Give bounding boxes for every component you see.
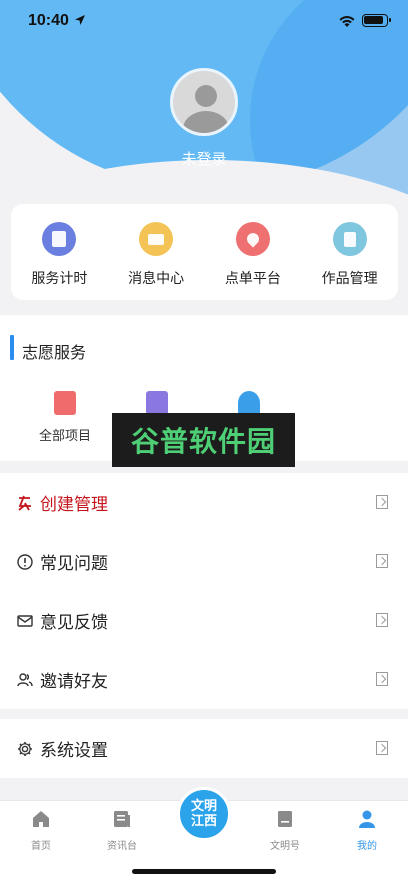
location-pin-icon [235, 222, 270, 256]
works-icon [332, 222, 367, 256]
menu-list: 创建管理 常见问题 意见反馈 邀请好友 [0, 473, 408, 709]
quick-actions-card: 服务计时 消息中心 点单平台 作品管理 [11, 204, 398, 300]
chevron-right-icon [376, 613, 388, 627]
quick-action-message-center[interactable]: 消息中心 [108, 204, 205, 300]
mail-icon [17, 614, 33, 627]
home-icon [33, 811, 49, 827]
user-icon [359, 810, 375, 828]
quick-action-works-management[interactable]: 作品管理 [301, 204, 398, 300]
home-indicator [132, 869, 276, 874]
menu-item-feedback[interactable]: 意见反馈 [0, 591, 408, 650]
quick-action-label: 消息中心 [128, 271, 185, 287]
tab-label: 我的 [357, 841, 377, 852]
location-arrow-icon [75, 15, 85, 25]
menu-item-settings[interactable]: 系统设置 [0, 719, 408, 778]
quick-action-order-platform[interactable]: 点单平台 [205, 204, 302, 300]
project-list-icon [54, 391, 76, 415]
battery-icon [362, 14, 391, 27]
section-marker [10, 335, 14, 360]
quick-action-label: 点单平台 [224, 271, 281, 287]
menu-item-invite-friends[interactable]: 邀请好友 [0, 650, 408, 709]
civilization-icon [278, 811, 292, 827]
news-icon [114, 811, 130, 827]
status-bar: 10:40 [0, 0, 408, 44]
gear-icon [18, 741, 32, 756]
quick-action-service-timing[interactable]: 服务计时 [11, 204, 108, 300]
status-time: 10:40 [28, 12, 69, 29]
tab-label: 文明号 [270, 841, 300, 852]
chevron-right-icon [376, 741, 388, 755]
friends-icon [17, 672, 33, 686]
avatar[interactable] [170, 68, 238, 136]
login-status-label[interactable]: 未登录 [0, 148, 408, 169]
volunteer-person-icon [238, 391, 260, 415]
tab-mine[interactable]: 我的 [337, 809, 397, 852]
menu-item-label: 邀请好友 [40, 672, 108, 692]
create-manage-icon [18, 495, 31, 511]
volunteer-item-label: 全部项目 [38, 429, 91, 444]
volunteer-all-projects[interactable]: 全部项目 [25, 391, 105, 444]
tab-home[interactable]: 首页 [11, 809, 71, 852]
quick-action-label: 作品管理 [321, 271, 378, 287]
message-icon [139, 222, 174, 256]
chevron-right-icon [376, 554, 388, 568]
menu-item-label: 系统设置 [40, 741, 108, 761]
menu-item-label: 意见反馈 [40, 613, 108, 633]
watermark-overlay: 谷普软件园 [112, 413, 295, 467]
timer-doc-icon [42, 222, 77, 256]
menu-item-create-manage[interactable]: 创建管理 [0, 473, 408, 532]
center-button-line2: 江西 [190, 814, 217, 829]
wifi-icon [339, 16, 355, 27]
section-title: 志愿服务 [22, 343, 87, 362]
quick-action-label: 服务计时 [31, 271, 88, 287]
tab-label: 资讯台 [107, 841, 137, 852]
tab-civilization[interactable]: 文明号 [255, 809, 315, 852]
clipboard-icon [146, 391, 168, 415]
tab-news[interactable]: 资讯台 [92, 809, 152, 852]
menu-item-label: 创建管理 [40, 495, 108, 515]
info-circle-icon [17, 553, 33, 570]
chevron-right-icon [376, 672, 388, 686]
chevron-right-icon [376, 495, 388, 509]
center-button-line1: 文明 [190, 799, 217, 814]
tab-label: 首页 [31, 841, 51, 852]
watermark-text: 谷普软件园 [130, 425, 276, 458]
menu-item-faq[interactable]: 常见问题 [0, 532, 408, 591]
menu-item-label: 常见问题 [40, 554, 108, 574]
center-civilization-button[interactable]: 文明 江西 [177, 787, 231, 841]
